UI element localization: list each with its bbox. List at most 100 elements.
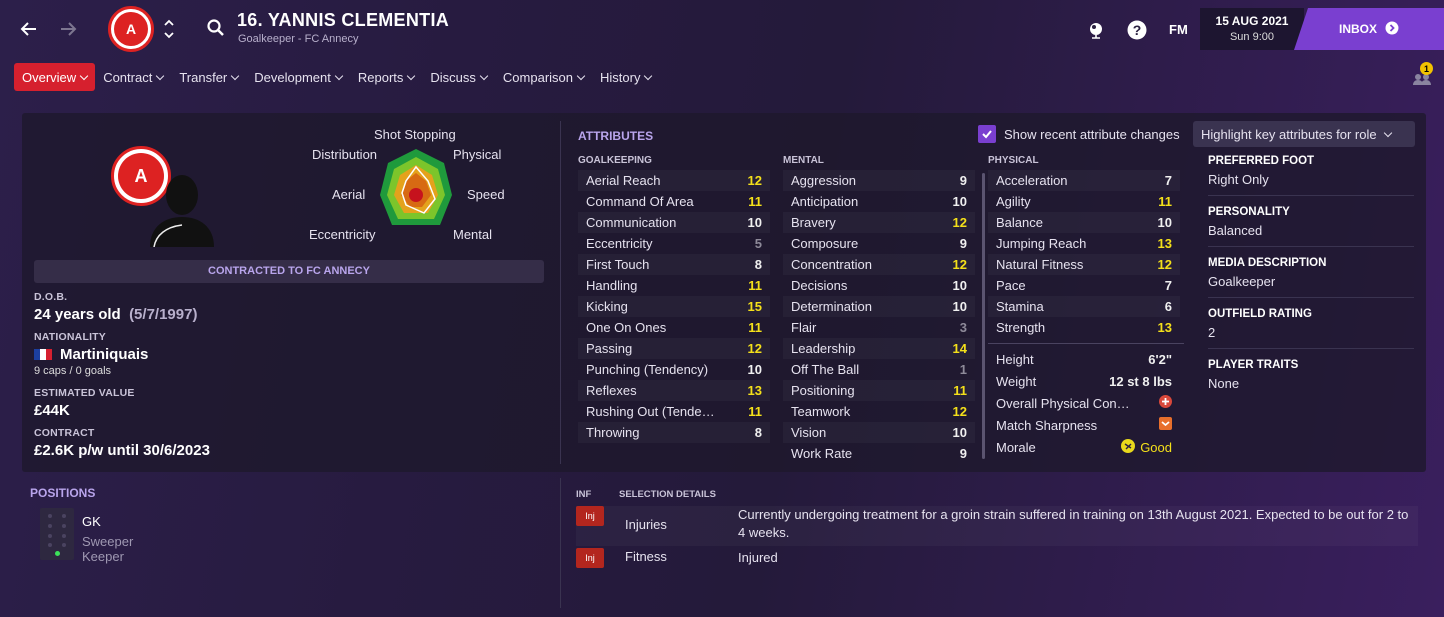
forward-arrow-icon[interactable] bbox=[53, 14, 83, 44]
attribute-value: 7 bbox=[1164, 278, 1172, 293]
attribute-row[interactable]: One On Ones 11 bbox=[578, 317, 770, 338]
chevron-down-icon bbox=[156, 71, 165, 80]
attribute-value: 7 bbox=[1164, 173, 1172, 188]
foot-value: Right Only bbox=[1208, 172, 1269, 187]
attribute-row[interactable]: Leadership 14 bbox=[783, 338, 975, 359]
attribute-row[interactable]: Anticipation 10 bbox=[783, 191, 975, 212]
attribute-row[interactable]: Acceleration 7 bbox=[988, 170, 1180, 191]
tab-label: Transfer bbox=[179, 69, 228, 85]
attribute-row[interactable]: Handling 11 bbox=[578, 275, 770, 296]
gk-marker bbox=[55, 551, 60, 556]
attribute-row[interactable]: Balance 10 bbox=[988, 212, 1180, 233]
page-title: 16. YANNIS CLEMENTIA bbox=[237, 10, 450, 30]
attribute-row[interactable]: Pace 7 bbox=[988, 275, 1180, 296]
attribute-row[interactable]: Bravery 12 bbox=[783, 212, 975, 233]
tab-contract[interactable]: Contract bbox=[95, 63, 171, 91]
attribute-row[interactable]: Kicking 15 bbox=[578, 296, 770, 317]
help-icon[interactable]: ? bbox=[1126, 19, 1148, 41]
separator bbox=[1208, 246, 1414, 247]
checkbox-checked-icon[interactable] bbox=[978, 125, 996, 143]
attribute-row[interactable]: Stamina 6 bbox=[988, 296, 1180, 317]
tab-comparison[interactable]: Comparison bbox=[495, 63, 592, 91]
attribute-row[interactable]: Punching (Tendency) 10 bbox=[578, 359, 770, 380]
attribute-name: Determination bbox=[791, 299, 872, 314]
attribute-value: 12 bbox=[1157, 257, 1172, 272]
radar-label-aerial: Aerial bbox=[332, 187, 366, 202]
attribute-row[interactable]: Command Of Area 11 bbox=[578, 191, 770, 212]
selection-row-fitness[interactable]: Inj Fitness Injured bbox=[576, 548, 1418, 570]
separator bbox=[1208, 297, 1414, 298]
position-pitch-icon[interactable] bbox=[40, 508, 74, 560]
attribute-row[interactable]: First Touch 8 bbox=[578, 254, 770, 275]
traits-label: PLAYER TRAITS bbox=[1208, 359, 1299, 371]
attribute-row[interactable]: Agility 11 bbox=[988, 191, 1180, 212]
player-switch-chevrons-icon[interactable] bbox=[162, 16, 176, 42]
nationality-block[interactable]: NATIONALITY Martiniquais 9 caps / 0 goal… bbox=[34, 331, 148, 377]
attribute-name: Decisions bbox=[791, 278, 848, 293]
tab-overview[interactable]: Overview bbox=[14, 63, 96, 91]
attribute-row[interactable]: Determination 10 bbox=[783, 296, 975, 317]
tab-discuss[interactable]: Discuss bbox=[422, 63, 495, 91]
attribute-row[interactable]: Work Rate 9 bbox=[783, 443, 975, 464]
inbox-button[interactable]: INBOX bbox=[1294, 8, 1444, 50]
attribute-name: Acceleration bbox=[996, 173, 1068, 188]
back-arrow-icon[interactable] bbox=[14, 14, 44, 44]
overall-condition-row[interactable]: Overall Physical Con… bbox=[988, 392, 1180, 414]
attribute-row[interactable]: Off The Ball 1 bbox=[783, 359, 975, 380]
outfield-label: OUTFIELD RATING bbox=[1208, 308, 1312, 320]
value-label: ESTIMATED VALUE bbox=[34, 387, 135, 399]
tab-label: Development bbox=[254, 69, 331, 85]
attribute-row[interactable]: Reflexes 13 bbox=[578, 380, 770, 401]
attribute-row[interactable]: Concentration 12 bbox=[783, 254, 975, 275]
attribute-name: Leadership bbox=[791, 341, 856, 356]
attribute-value: 10 bbox=[747, 215, 762, 230]
media-label: MEDIA DESCRIPTION bbox=[1208, 257, 1327, 269]
attribute-row[interactable]: Vision 10 bbox=[783, 422, 975, 443]
tab-reports[interactable]: Reports bbox=[350, 63, 423, 91]
attribute-row[interactable]: Throwing 8 bbox=[578, 422, 770, 443]
attribute-value: 11 bbox=[748, 320, 762, 335]
attribute-value: 10 bbox=[952, 425, 967, 440]
attribute-name: Stamina bbox=[996, 299, 1044, 314]
attribute-row[interactable]: Communication 10 bbox=[578, 212, 770, 233]
attribute-name: Jumping Reach bbox=[996, 236, 1087, 251]
attribute-value: 3 bbox=[959, 320, 967, 335]
attribute-row[interactable]: Flair 3 bbox=[783, 317, 975, 338]
selection-row-injuries[interactable]: Inj Injuries Currently undergoing treatm… bbox=[576, 506, 1418, 546]
attribute-row[interactable]: Aerial Reach 12 bbox=[578, 170, 770, 191]
notifications-icon[interactable]: 1 bbox=[1412, 62, 1433, 86]
height-value: 6'2" bbox=[1148, 351, 1172, 367]
attribute-row[interactable]: Jumping Reach 13 bbox=[988, 233, 1180, 254]
show-changes-toggle[interactable]: Show recent attribute changes bbox=[978, 125, 1180, 143]
tab-development[interactable]: Development bbox=[246, 63, 350, 91]
attribute-row[interactable]: Rushing Out (Tende… 11 bbox=[578, 401, 770, 422]
match-sharpness-row[interactable]: Match Sharpness bbox=[988, 414, 1180, 436]
attribute-row[interactable]: Positioning 11 bbox=[783, 380, 975, 401]
game-date[interactable]: 15 AUG 2021 Sun 9:00 bbox=[1200, 8, 1304, 50]
attribute-row[interactable]: Teamwork 12 bbox=[783, 401, 975, 422]
tab-label: Reports bbox=[357, 69, 404, 85]
fm-menu-button[interactable]: FM bbox=[1169, 22, 1188, 37]
tab-history[interactable]: History bbox=[592, 63, 659, 91]
search-icon[interactable] bbox=[206, 18, 226, 43]
sharpness-icon bbox=[1159, 417, 1172, 433]
morale-row[interactable]: Morale Good bbox=[988, 436, 1180, 458]
attribute-row[interactable]: Passing 12 bbox=[578, 338, 770, 359]
attribute-row[interactable]: Decisions 10 bbox=[783, 275, 975, 296]
attribute-row[interactable]: Natural Fitness 12 bbox=[988, 254, 1180, 275]
highlight-role-dropdown[interactable]: Highlight key attributes for role bbox=[1193, 121, 1415, 147]
club-crest-icon[interactable]: A bbox=[108, 6, 154, 52]
attribute-row[interactable]: Eccentricity 5 bbox=[578, 233, 770, 254]
attribute-value: 11 bbox=[748, 194, 762, 209]
attribute-row[interactable]: Composure 9 bbox=[783, 233, 975, 254]
svg-text:?: ? bbox=[1133, 22, 1142, 38]
attribute-row[interactable]: Strength 13 bbox=[988, 317, 1180, 338]
attribute-value: 9 bbox=[959, 236, 967, 251]
globe-icon[interactable] bbox=[1085, 19, 1107, 41]
attribute-name: Bravery bbox=[791, 215, 836, 230]
physical-header: PHYSICAL bbox=[988, 155, 1039, 166]
attribute-row[interactable]: Aggression 9 bbox=[783, 170, 975, 191]
tab-transfer[interactable]: Transfer bbox=[171, 63, 246, 91]
positions-title: POSITIONS bbox=[30, 486, 96, 500]
scrollbar[interactable] bbox=[982, 173, 985, 459]
